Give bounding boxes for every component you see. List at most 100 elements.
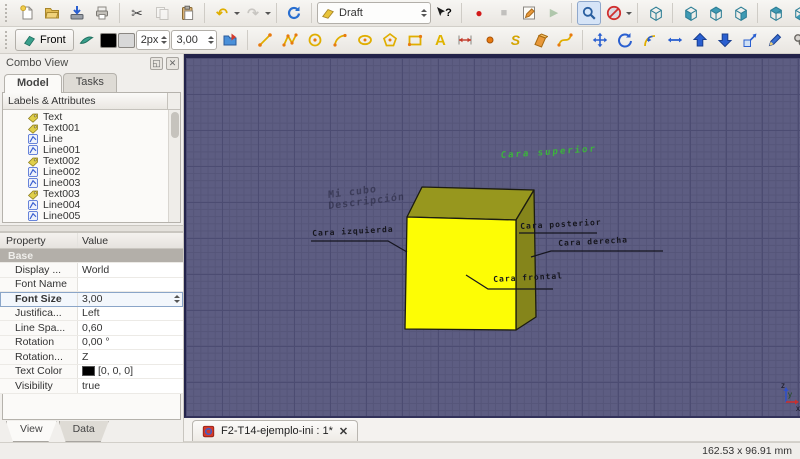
draft-downgrade-button[interactable]: [713, 28, 737, 52]
combo-view-titlebar[interactable]: Combo View ◱ ✕: [0, 54, 183, 71]
macro-edit-button[interactable]: [517, 1, 541, 25]
tree-item-line[interactable]: Line003: [3, 177, 168, 188]
draw-style-dropdown-caret[interactable]: [626, 12, 632, 18]
tree-item-text[interactable]: Text003: [3, 188, 168, 199]
line-color-swatch[interactable]: [100, 33, 117, 48]
tree-scrollbar[interactable]: [168, 110, 180, 222]
draft-ellipse-button[interactable]: [353, 28, 377, 52]
text-color-swatch[interactable]: [82, 366, 95, 376]
text-size-spinner[interactable]: [208, 33, 214, 47]
tree-item-text[interactable]: Text001: [3, 122, 168, 133]
cut-button[interactable]: ✂: [125, 1, 149, 25]
tab-tasks[interactable]: Tasks: [63, 73, 117, 92]
panel-close-icon[interactable]: ✕: [166, 57, 179, 70]
macro-play-button[interactable]: ▶: [542, 1, 566, 25]
workbench-selector[interactable]: Draft: [317, 2, 431, 24]
draft-circle-button[interactable]: [303, 28, 327, 52]
property-row-rotation-axis[interactable]: Rotation... Z: [0, 350, 183, 365]
front-view-button[interactable]: [678, 1, 702, 25]
tree-item-text[interactable]: Text: [3, 111, 168, 122]
line-width-spinner[interactable]: [161, 33, 167, 47]
draft-text-button[interactable]: A: [428, 28, 452, 52]
redo-dropdown-caret[interactable]: [265, 12, 271, 18]
property-column-header[interactable]: Property: [0, 233, 78, 248]
macro-record-button[interactable]: ●: [467, 1, 491, 25]
tree-header-labels-attributes[interactable]: Labels & Attributes: [3, 93, 168, 110]
document-tab-close-icon[interactable]: ✕: [339, 425, 348, 438]
value-column-header[interactable]: Value: [78, 233, 183, 248]
cube-front-face[interactable]: [405, 217, 516, 330]
top-view-button[interactable]: [703, 1, 727, 25]
property-row-font-size[interactable]: Font Size 3,00: [0, 292, 183, 307]
bottom-view-button[interactable]: [788, 1, 800, 25]
font-size-spinner[interactable]: [174, 292, 180, 306]
tree-item-line[interactable]: Line001: [3, 144, 168, 155]
draft-upgrade-button[interactable]: [688, 28, 712, 52]
tree-item-text[interactable]: Text002: [3, 155, 168, 166]
draft-offset-button[interactable]: [638, 28, 662, 52]
open-document-button[interactable]: [40, 1, 64, 25]
redo-button[interactable]: ↷: [241, 1, 265, 25]
tree-item-line[interactable]: Line: [3, 133, 168, 144]
tree-item-line[interactable]: Line005: [3, 210, 168, 221]
draft-point-button[interactable]: [478, 28, 502, 52]
axonometric-view-button[interactable]: [643, 1, 667, 25]
tree-scrollbar-thumb[interactable]: [171, 112, 179, 138]
save-button[interactable]: [65, 1, 89, 25]
property-row-font-name[interactable]: Font Name: [0, 278, 183, 293]
property-row-text-color[interactable]: Text Color [0, 0, 0]: [0, 365, 183, 380]
print-button[interactable]: [90, 1, 114, 25]
shape-2d-view-button[interactable]: [788, 28, 800, 52]
text-size-spinbox[interactable]: 3,00: [171, 30, 217, 50]
new-document-button[interactable]: [15, 1, 39, 25]
cube-top-face[interactable]: [407, 187, 534, 220]
draft-arc-button[interactable]: [328, 28, 352, 52]
draft-polygon-button[interactable]: [378, 28, 402, 52]
autogroup-button[interactable]: [218, 28, 242, 52]
toolbar-grip[interactable]: [5, 4, 10, 22]
undo-dropdown-caret[interactable]: [234, 12, 240, 18]
draft-scale-button[interactable]: [738, 28, 762, 52]
property-row-display[interactable]: Display ... World: [0, 263, 183, 278]
macro-stop-button[interactable]: ■: [492, 1, 516, 25]
construction-mode-button[interactable]: [75, 28, 99, 52]
document-tab[interactable]: F2-T14-ejemplo-ini : 1* ✕: [192, 420, 358, 441]
tab-data[interactable]: Data: [59, 421, 109, 442]
tree-item-line[interactable]: Line002: [3, 166, 168, 177]
draft-facebinder-button[interactable]: [528, 28, 552, 52]
refresh-button[interactable]: [282, 1, 306, 25]
line-width-spinbox[interactable]: 2px: [136, 30, 171, 50]
panel-splitter[interactable]: [0, 225, 183, 232]
draft-line-button[interactable]: [253, 28, 277, 52]
toolbar-grip[interactable]: [5, 31, 10, 49]
draft-bezier-button[interactable]: [553, 28, 577, 52]
tree-item-line[interactable]: Line004: [3, 199, 168, 210]
draft-rotate-button[interactable]: [613, 28, 637, 52]
whats-this-button[interactable]: ?: [432, 1, 456, 25]
copy-button[interactable]: [150, 1, 174, 25]
undo-button[interactable]: ↶: [210, 1, 234, 25]
draft-bspline-button[interactable]: S: [503, 28, 527, 52]
tab-view[interactable]: View: [6, 421, 57, 442]
fit-all-button[interactable]: [577, 1, 601, 25]
right-view-button[interactable]: [728, 1, 752, 25]
paste-button[interactable]: [175, 1, 199, 25]
property-row-justification[interactable]: Justifica... Left: [0, 307, 183, 322]
working-plane-button[interactable]: Front: [15, 29, 74, 51]
face-color-swatch[interactable]: [118, 33, 135, 48]
leader-line-derecha[interactable]: [531, 251, 663, 257]
draft-trimex-button[interactable]: [663, 28, 687, 52]
draft-dimension-button[interactable]: [453, 28, 477, 52]
tab-model[interactable]: Model: [4, 74, 62, 93]
draft-wire-button[interactable]: [278, 28, 302, 52]
font-size-value[interactable]: 3,00: [82, 293, 102, 305]
rear-view-button[interactable]: [763, 1, 787, 25]
property-row-line-spacing[interactable]: Line Spa... 0,60: [0, 321, 183, 336]
draft-move-button[interactable]: [588, 28, 612, 52]
property-group-base[interactable]: Base: [0, 249, 183, 263]
draw-style-button[interactable]: [602, 1, 626, 25]
draft-edit-button[interactable]: [763, 28, 787, 52]
3d-viewport[interactable]: z y x Cara superior Mi cubo Descripción …: [184, 54, 800, 418]
property-row-rotation[interactable]: Rotation 0,00 °: [0, 336, 183, 351]
leader-line-izquierda[interactable]: [311, 241, 407, 252]
